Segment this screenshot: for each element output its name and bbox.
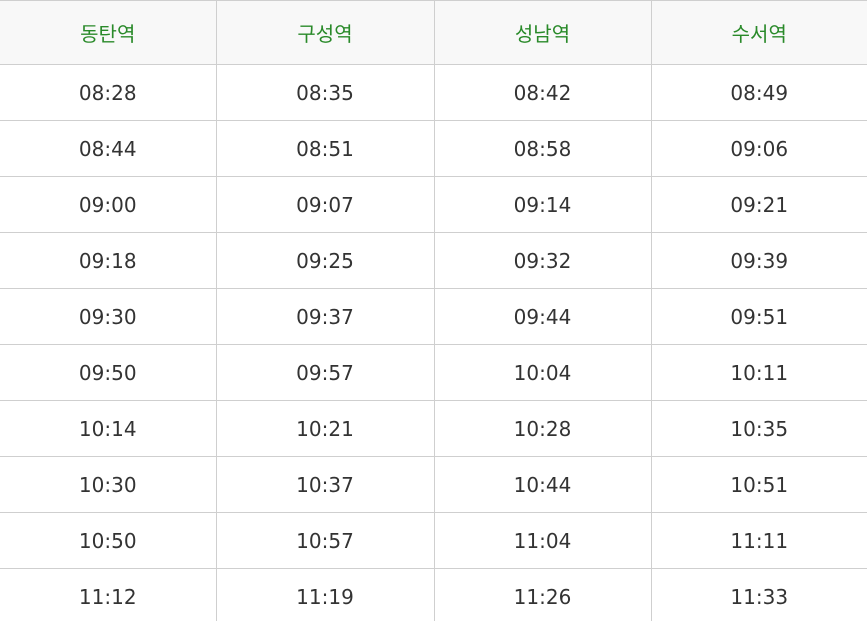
time-cell-seongnam: 10:04 [433, 344, 651, 401]
train-timetable: 동탄역 구성역 성남역 수서역 08:28 08:35 08:42 08:49 08:4… [0, 0, 867, 621]
timetable-body: 08:28 08:35 08:42 08:49 08:44 08:51 08:58 09:06… [0, 64, 867, 621]
time-cell-dongtan: 08:28 [0, 64, 216, 121]
time-cell-seongnam: 09:14 [433, 176, 651, 233]
time-cell-suseo: 11:33 [650, 568, 867, 621]
header-dongtan-station: 동탄역 [0, 0, 216, 65]
time-cell-dongtan: 09:50 [0, 344, 216, 401]
header-guseong-station: 구성역 [215, 0, 434, 65]
time-cell-guseong: 08:35 [215, 64, 434, 121]
time-cell-dongtan: 10:30 [0, 456, 216, 513]
time-cell-suseo: 09:21 [650, 176, 867, 233]
time-cell-guseong: 09:07 [215, 176, 434, 233]
table-row: 08:28 08:35 08:42 08:49 [0, 64, 867, 121]
time-cell-dongtan: 11:12 [0, 568, 216, 621]
time-cell-suseo: 11:11 [650, 512, 867, 569]
time-cell-guseong: 09:57 [215, 344, 434, 401]
time-cell-guseong: 09:25 [215, 232, 434, 289]
header-suseo-station: 수서역 [650, 0, 867, 65]
table-row: 08:44 08:51 08:58 09:06 [0, 120, 867, 177]
time-cell-seongnam: 08:42 [433, 64, 651, 121]
time-cell-guseong: 10:37 [215, 456, 434, 513]
time-cell-suseo: 08:49 [650, 64, 867, 121]
time-cell-dongtan: 09:30 [0, 288, 216, 345]
time-cell-dongtan: 09:18 [0, 232, 216, 289]
time-cell-dongtan: 08:44 [0, 120, 216, 177]
time-cell-seongnam: 10:28 [433, 400, 651, 457]
time-cell-seongnam: 10:44 [433, 456, 651, 513]
time-cell-guseong: 10:21 [215, 400, 434, 457]
table-row: 09:00 09:07 09:14 09:21 [0, 176, 867, 233]
time-cell-dongtan: 09:00 [0, 176, 216, 233]
table-row: 09:50 09:57 10:04 10:11 [0, 344, 867, 401]
time-cell-suseo: 10:35 [650, 400, 867, 457]
time-cell-suseo: 09:39 [650, 232, 867, 289]
timetable-header: 동탄역 구성역 성남역 수서역 [0, 0, 867, 65]
table-row: 10:14 10:21 10:28 10:35 [0, 400, 867, 457]
time-cell-suseo: 09:06 [650, 120, 867, 177]
time-cell-guseong: 08:51 [215, 120, 434, 177]
time-cell-suseo: 10:51 [650, 456, 867, 513]
header-seongnam-station: 성남역 [433, 0, 651, 65]
time-cell-guseong: 11:19 [215, 568, 434, 621]
time-cell-seongnam: 11:26 [433, 568, 651, 621]
table-row: 10:30 10:37 10:44 10:51 [0, 456, 867, 513]
time-cell-seongnam: 09:32 [433, 232, 651, 289]
table-row: 11:12 11:19 11:26 11:33 [0, 568, 867, 621]
time-cell-guseong: 10:57 [215, 512, 434, 569]
time-cell-guseong: 09:37 [215, 288, 434, 345]
table-row: 09:18 09:25 09:32 09:39 [0, 232, 867, 289]
table-row: 10:50 10:57 11:04 11:11 [0, 512, 867, 569]
time-cell-dongtan: 10:14 [0, 400, 216, 457]
time-cell-dongtan: 10:50 [0, 512, 216, 569]
time-cell-suseo: 09:51 [650, 288, 867, 345]
time-cell-seongnam: 11:04 [433, 512, 651, 569]
table-row: 09:30 09:37 09:44 09:51 [0, 288, 867, 345]
time-cell-seongnam: 08:58 [433, 120, 651, 177]
time-cell-seongnam: 09:44 [433, 288, 651, 345]
header-row: 동탄역 구성역 성남역 수서역 [0, 0, 867, 65]
time-cell-suseo: 10:11 [650, 344, 867, 401]
